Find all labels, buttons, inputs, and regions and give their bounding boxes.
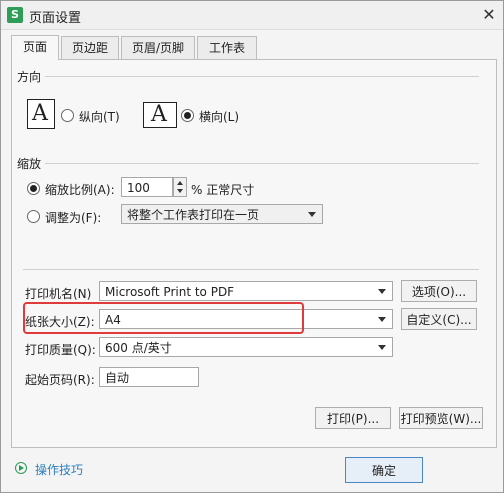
scale-suffix: % 正常尺寸 <box>191 183 255 197</box>
title-bar: S 页面设置 ✕ <box>1 1 503 30</box>
custom-paper-button[interactable]: 自定义(C)... <box>401 308 477 330</box>
scaling-group-divider <box>45 163 479 164</box>
chevron-down-icon <box>308 212 316 217</box>
section-divider <box>23 269 479 270</box>
orientation-group-divider <box>45 76 479 77</box>
portrait-page-letter: A <box>32 101 48 126</box>
landscape-radio[interactable] <box>181 109 194 122</box>
scale-radio[interactable] <box>27 182 40 195</box>
spin-up-icon[interactable] <box>177 181 183 185</box>
scale-input[interactable]: 100 <box>121 177 173 197</box>
wps-app-icon: S <box>7 7 23 23</box>
scale-spinner[interactable] <box>173 177 187 197</box>
tips-label[interactable]: 操作技巧 <box>35 461 83 478</box>
play-circle-icon <box>15 462 27 474</box>
print-preview-button[interactable]: 打印预览(W)... <box>399 407 483 429</box>
printer-select[interactable]: Microsoft Print to PDF <box>99 281 393 301</box>
fit-select[interactable]: 将整个工作表打印在一页 <box>121 204 323 224</box>
printer-select-value: Microsoft Print to PDF <box>105 285 235 299</box>
tab-header-footer[interactable]: 页眉/页脚 <box>121 36 195 59</box>
close-icon[interactable]: ✕ <box>479 5 499 25</box>
landscape-page-icon: A <box>143 102 177 128</box>
tab-page[interactable]: 页面 <box>11 35 59 60</box>
ok-button[interactable]: 确定 <box>345 457 423 483</box>
first-page-label: 起始页码(R): <box>25 373 95 387</box>
fit-radio[interactable] <box>27 210 40 223</box>
dialog-title: 页面设置 <box>29 11 82 26</box>
page-setup-dialog: S 页面设置 ✕ 页面 页边距 页眉/页脚 工作表 方向 A 纵向(T) A 横… <box>0 0 504 493</box>
fit-label[interactable]: 调整为(F): <box>45 209 101 226</box>
paper-size-highlight <box>23 302 304 334</box>
print-button[interactable]: 打印(P)... <box>315 407 391 429</box>
portrait-label[interactable]: 纵向(T) <box>79 108 120 125</box>
scale-label[interactable]: 缩放比例(A): <box>45 181 115 198</box>
printer-options-button[interactable]: 选项(O)... <box>401 280 477 302</box>
landscape-page-letter: A <box>151 102 167 127</box>
fit-select-value: 将整个工作表打印在一页 <box>127 208 260 222</box>
spin-down-icon[interactable] <box>177 189 183 193</box>
printer-label: 打印机名(N) <box>25 287 92 301</box>
portrait-radio[interactable] <box>61 109 74 122</box>
orientation-group-label: 方向 <box>17 70 42 84</box>
print-quality-label: 打印质量(Q): <box>25 343 96 357</box>
tab-sheet[interactable]: 工作表 <box>197 36 257 59</box>
first-page-input[interactable]: 自动 <box>99 367 199 387</box>
chevron-down-icon <box>378 317 386 322</box>
scaling-group-label: 缩放 <box>17 157 42 171</box>
landscape-label[interactable]: 横向(L) <box>199 108 239 125</box>
chevron-down-icon <box>378 345 386 350</box>
tab-margins[interactable]: 页边距 <box>61 36 119 59</box>
print-quality-select[interactable]: 600 点/英寸 <box>99 337 393 357</box>
chevron-down-icon <box>378 289 386 294</box>
portrait-page-icon: A <box>27 99 55 129</box>
print-quality-value: 600 点/英寸 <box>105 341 172 355</box>
